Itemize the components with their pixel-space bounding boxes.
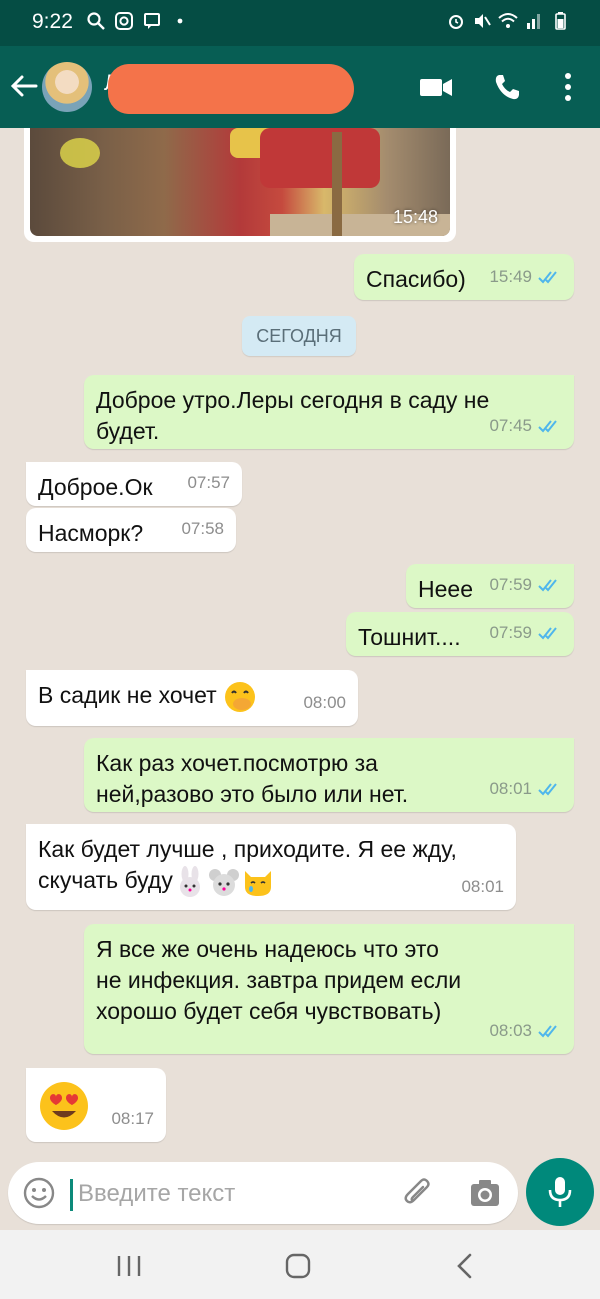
message-input[interactable]: Введите текст — [8, 1162, 518, 1224]
composer: Введите текст — [0, 1158, 600, 1230]
message-text: Доброе утро.Леры сегодня в саду не будет. — [96, 387, 490, 444]
alarm-icon — [449, 15, 463, 29]
system-nav-bar — [0, 1230, 600, 1299]
status-system-icons — [446, 11, 570, 31]
outgoing-message[interactable]: Доброе утро.Леры сегодня в саду не будет.… — [84, 375, 574, 449]
mic-icon — [548, 1177, 572, 1207]
signal-icon — [527, 14, 540, 29]
message-time: 08:17 — [111, 1109, 154, 1128]
avatar[interactable] — [42, 62, 92, 112]
message-time: 07:45 — [489, 416, 532, 435]
outgoing-message[interactable]: Я все же очень надеюсь что это не инфекци… — [84, 924, 574, 1054]
dot-icon — [177, 18, 183, 24]
message-time: 07:57 — [187, 473, 230, 492]
message-text: Тошнит.... — [358, 624, 461, 650]
mic-button[interactable] — [526, 1158, 594, 1226]
chat-area[interactable]: 15:48 Спасибо) 15:49 СЕГОДНЯ Доброе утро… — [0, 128, 600, 1158]
more-vert-icon[interactable] — [558, 70, 578, 104]
text-cursor — [70, 1179, 73, 1211]
wifi-icon — [498, 13, 518, 28]
battery-icon — [555, 12, 566, 30]
status-bar: 9:22 — [0, 0, 600, 46]
phone-icon[interactable] — [492, 72, 522, 102]
chat-header: Л — [0, 46, 600, 128]
message-time: 08:01 — [461, 877, 504, 896]
double-check-icon — [538, 626, 557, 639]
message-text: Насморк? — [38, 520, 144, 546]
double-check-icon — [538, 578, 557, 591]
message-time: 08:03 — [489, 1021, 532, 1040]
double-check-icon — [538, 1024, 557, 1037]
message-time: 07:58 — [181, 519, 224, 538]
input-placeholder: Введите текст — [78, 1180, 236, 1207]
video-call-icon[interactable] — [418, 72, 454, 102]
message-time: 15:49 — [489, 267, 532, 286]
home-icon[interactable] — [284, 1252, 312, 1280]
back-arrow-icon[interactable] — [8, 70, 40, 102]
message-time: 07:59 — [489, 575, 532, 594]
smiley-icon[interactable] — [22, 1176, 56, 1210]
status-time: 9:22 — [32, 10, 73, 33]
message-text: Доброе.Ок — [38, 474, 153, 500]
double-check-icon — [538, 782, 557, 795]
mute-icon — [475, 14, 491, 28]
image-message[interactable]: 15:48 — [24, 128, 456, 242]
double-check-icon — [538, 270, 557, 283]
redaction-mark — [108, 64, 354, 114]
instagram-icon — [115, 12, 133, 30]
message-text: В садик не хочет — [38, 682, 217, 709]
outgoing-message[interactable]: Как раз хочет.посмотрю за ней,разово это … — [84, 738, 574, 812]
message-text: Как раз хочет.посмотрю за ней,разово это … — [96, 750, 409, 807]
message-text: Я все же очень надеюсь что это не инфекци… — [96, 936, 462, 1024]
attach-icon[interactable] — [402, 1176, 436, 1210]
outgoing-message[interactable]: Тошнит.... 07:59 — [346, 612, 574, 656]
recent-apps-icon[interactable] — [114, 1254, 144, 1278]
message-time: 08:00 — [303, 693, 346, 712]
face-with-hand-over-mouth-emoji — [225, 682, 256, 712]
heart-eyes-emoji — [40, 1082, 88, 1130]
camera-icon[interactable] — [468, 1176, 502, 1210]
outgoing-message[interactable]: Спасибо) 15:49 — [354, 254, 574, 300]
message-text: Нееe — [418, 576, 473, 602]
rabbit-face-emoji — [179, 866, 200, 897]
search-icon — [87, 12, 105, 30]
message-time: 07:59 — [489, 623, 532, 642]
message-time: 08:01 — [489, 779, 532, 798]
incoming-message[interactable]: В садик не хочет 08:00 — [26, 670, 358, 726]
status-notification-icons — [86, 11, 190, 31]
message-image[interactable]: 15:48 — [30, 128, 450, 236]
double-check-icon — [538, 419, 557, 432]
incoming-message[interactable]: Насморк? 07:58 — [26, 508, 236, 552]
day-separator: СЕГОДНЯ — [242, 316, 356, 356]
outgoing-message[interactable]: Нееe 07:59 — [406, 564, 574, 608]
message-notification-icon — [144, 13, 160, 29]
mouse-face-emoji — [208, 869, 239, 896]
incoming-message[interactable]: Как будет лучше , приходите. Я ее жду, ск… — [26, 824, 516, 910]
crying-cat-emoji — [244, 871, 271, 896]
nav-back-icon[interactable] — [454, 1252, 476, 1280]
message-text: Спасибо) — [366, 266, 466, 292]
incoming-message[interactable]: 08:17 — [26, 1068, 166, 1142]
message-time: 15:48 — [392, 207, 438, 227]
incoming-message[interactable]: Доброе.Ок 07:57 — [26, 462, 242, 506]
